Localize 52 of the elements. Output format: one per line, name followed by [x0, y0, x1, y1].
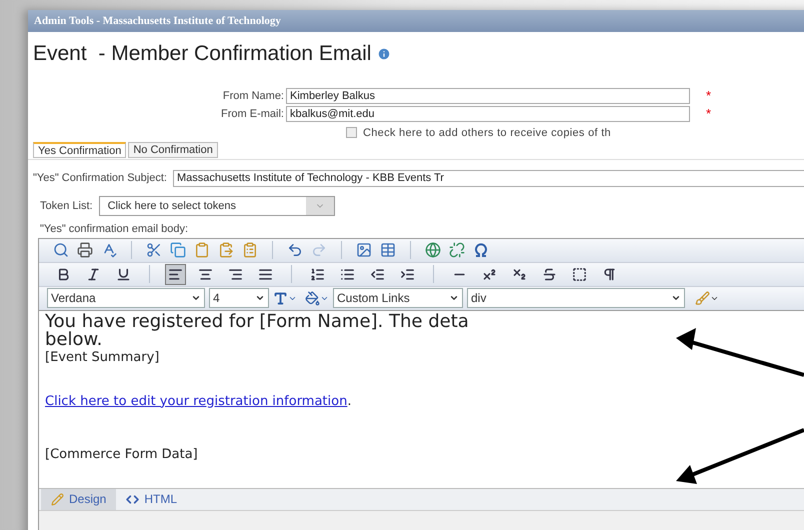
- globe-icon[interactable]: [425, 242, 441, 258]
- paint-bucket-icon[interactable]: [305, 290, 329, 306]
- commerce-data-token: [Commerce Form Data]: [45, 446, 199, 464]
- scissors-icon[interactable]: [146, 242, 162, 258]
- mode-tab[interactable]: Design: [41, 488, 116, 510]
- caret-icon: [255, 293, 265, 303]
- page-heading: Event - Member Confirmation Email: [33, 41, 372, 67]
- caret-icon: [191, 293, 201, 303]
- font-color-icon[interactable]: [273, 290, 297, 306]
- clipboard-paste-icon[interactable]: [218, 242, 234, 258]
- field-label: From Name:: [222, 88, 285, 104]
- font-select[interactable]: Verdana: [47, 288, 205, 308]
- pencil-icon: [51, 492, 64, 506]
- required-mark: *: [706, 109, 712, 120]
- checkbox-label: Check here to add others to receive copies of th: [363, 126, 611, 140]
- period: .: [347, 392, 352, 410]
- links-select[interactable]: Custom Links: [333, 288, 463, 308]
- window-title: Admin Tools - Massachusetts Institute of Technology: [34, 14, 281, 29]
- field-label: Token List:: [40, 198, 93, 214]
- subject-field[interactable]: Massachusetts Institute of Technology - KBB Events Tr: [172, 170, 804, 187]
- required-mark: *: [706, 90, 712, 101]
- checkbox[interactable]: [346, 127, 357, 138]
- text-field[interactable]: kbalkus@mit.edu: [286, 106, 690, 122]
- image-icon[interactable]: [356, 242, 372, 258]
- tab[interactable]: Yes Confirmation: [33, 142, 126, 158]
- event-summary-token: [Event Summary]: [45, 348, 160, 366]
- mode-tab[interactable]: HTML: [116, 488, 188, 510]
- field-label: From E-mail:: [220, 107, 285, 122]
- help-icon[interactable]: [377, 46, 392, 61]
- search-icon[interactable]: [53, 242, 69, 258]
- clipboard-icon[interactable]: [194, 242, 210, 258]
- size-select[interactable]: 4: [209, 288, 269, 308]
- caret-icon: [449, 293, 459, 303]
- unlink-icon[interactable]: [449, 242, 465, 258]
- block-select[interactable]: div: [467, 288, 685, 308]
- body-text: You have registered for [Form Name]. The deta: [45, 312, 470, 330]
- field-label: "Yes" Confirmation Subject:: [33, 171, 167, 186]
- omega-icon[interactable]: [473, 242, 489, 258]
- table-icon[interactable]: [380, 242, 396, 258]
- tab[interactable]: No Confirmation: [128, 142, 218, 158]
- text-field[interactable]: Kimberley Balkus: [286, 88, 690, 104]
- field-label: "Yes" confirmation email body:: [39, 222, 190, 237]
- copy-icon[interactable]: [170, 242, 186, 258]
- align-left-icon[interactable]: [165, 264, 186, 284]
- clipboard-list-icon[interactable]: [242, 242, 258, 258]
- token-dropdown[interactable]: Click here to select tokens: [98, 196, 335, 216]
- edit-registration-link[interactable]: Click here to edit your registration information: [45, 392, 348, 411]
- caret-icon: [671, 293, 681, 303]
- undo-icon[interactable]: [287, 242, 303, 258]
- body-text: below.: [45, 330, 104, 348]
- printer-icon[interactable]: [77, 242, 93, 258]
- code-icon: [126, 492, 140, 506]
